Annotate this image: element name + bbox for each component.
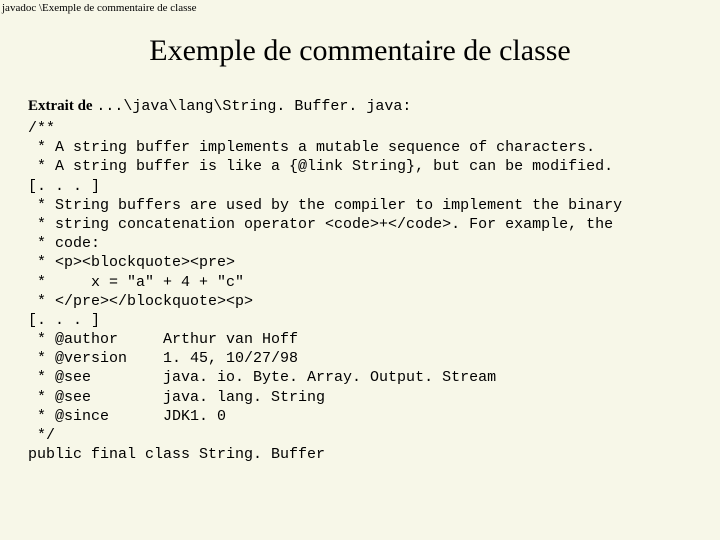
extract-path: ...\java\lang\String. Buffer. java: (96, 98, 411, 115)
content-area: Extrait de ...\java\lang\String. Buffer.… (0, 98, 720, 464)
page-title: Exemple de commentaire de classe (0, 34, 720, 68)
code-block: /** * A string buffer implements a mutab… (28, 119, 692, 464)
extract-line: Extrait de ...\java\lang\String. Buffer.… (28, 98, 692, 115)
extract-label: Extrait de (28, 98, 96, 114)
breadcrumb: javadoc \Exemple de commentaire de class… (0, 0, 720, 16)
